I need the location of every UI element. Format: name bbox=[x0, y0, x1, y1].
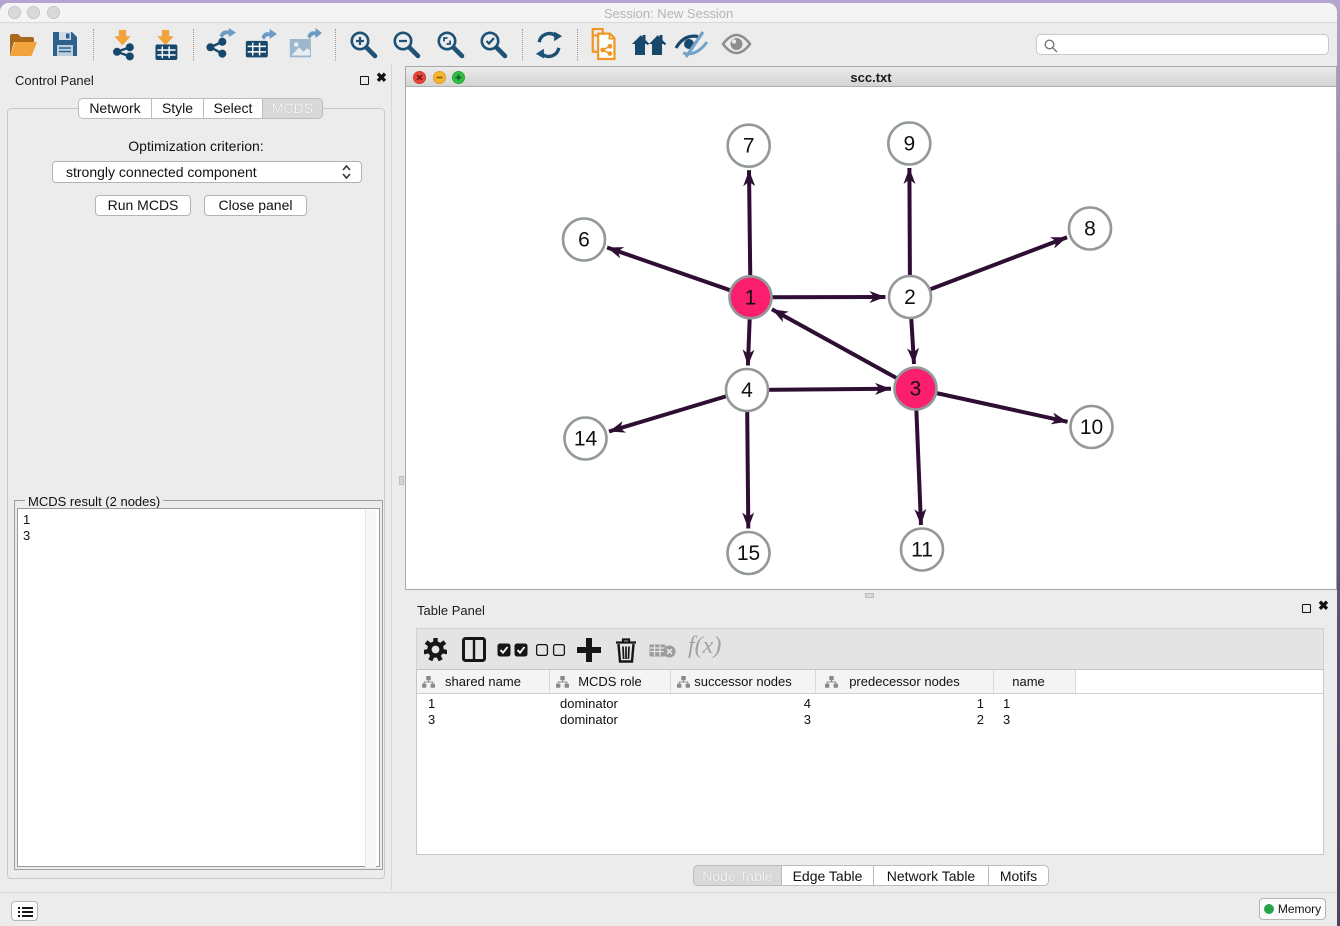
svg-text:2: 2 bbox=[904, 286, 916, 309]
svg-text:14: 14 bbox=[574, 428, 598, 451]
svg-text:9: 9 bbox=[903, 133, 915, 156]
svg-text:10: 10 bbox=[1080, 416, 1103, 439]
svg-text:6: 6 bbox=[578, 229, 590, 252]
svg-text:11: 11 bbox=[911, 539, 933, 562]
svg-text:3: 3 bbox=[910, 378, 922, 401]
svg-text:1: 1 bbox=[745, 286, 757, 309]
svg-text:7: 7 bbox=[743, 135, 755, 158]
svg-text:4: 4 bbox=[741, 379, 753, 402]
svg-text:8: 8 bbox=[1084, 218, 1096, 241]
svg-text:15: 15 bbox=[737, 542, 760, 565]
